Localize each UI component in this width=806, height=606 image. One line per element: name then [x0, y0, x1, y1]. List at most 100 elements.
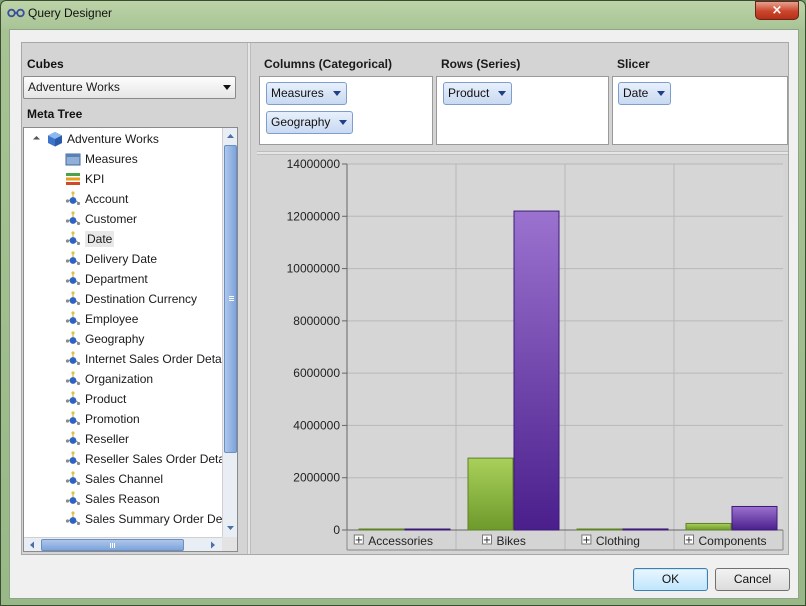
tree-item-account[interactable]: Account: [51, 189, 128, 209]
scroll-left-icon[interactable]: [26, 539, 39, 551]
slicer-drop-zone[interactable]: Date: [612, 76, 788, 145]
tree-item-label: Measures: [85, 152, 138, 166]
tree-item-label: KPI: [85, 172, 105, 186]
y-tick-label: 4000000: [293, 418, 340, 432]
close-icon: ×: [771, 3, 783, 18]
cancel-button[interactable]: Cancel: [715, 568, 790, 591]
columns-label: Columns (Categorical): [264, 57, 393, 71]
expand-icon[interactable]: [51, 234, 57, 244]
columns-chip-geography[interactable]: Geography: [266, 111, 354, 134]
rows-chip-product[interactable]: Product: [443, 82, 513, 105]
expand-icon[interactable]: [51, 454, 57, 464]
tree-item-internet-sales-order-deta[interactable]: Internet Sales Order Deta: [51, 349, 222, 369]
expand-icon[interactable]: [51, 414, 57, 424]
expand-icon[interactable]: [51, 374, 57, 384]
dimension-icon: [65, 191, 81, 206]
rows-drop-zone[interactable]: Product: [436, 76, 609, 145]
category-header-bikes[interactable]: + Bikes: [482, 534, 526, 548]
title-bar[interactable]: Query Designer ×: [1, 1, 805, 27]
tree-item-date[interactable]: Date: [51, 229, 115, 249]
dimension-icon: [65, 371, 81, 386]
meta-tree[interactable]: Adventure Works Measures KPI Account Custom…: [23, 127, 238, 552]
tree-item-department[interactable]: Department: [51, 269, 148, 289]
category-header-components[interactable]: + Components: [684, 534, 767, 548]
expand-icon[interactable]: [51, 394, 57, 404]
dimension-icon: [65, 231, 81, 246]
tree-root[interactable]: Adventure Works: [32, 129, 159, 149]
tree-item-sales-channel[interactable]: Sales Channel: [51, 469, 163, 489]
expand-icon[interactable]: [51, 294, 57, 304]
bar-series2-bikes: [513, 210, 560, 531]
dimension-icon: [65, 211, 81, 226]
horizontal-scroll-thumb[interactable]: [41, 539, 184, 551]
tree-item-label: Employee: [85, 312, 139, 326]
chevron-down-icon: [332, 91, 341, 96]
expand-icon[interactable]: [51, 514, 57, 524]
tree-item-kpi[interactable]: KPI: [51, 169, 105, 189]
cube-select[interactable]: Adventure Works: [23, 76, 236, 99]
tree-item-promotion[interactable]: Promotion: [51, 409, 140, 429]
tree-item-measures[interactable]: Measures: [51, 149, 138, 169]
category-header-clothing[interactable]: + Clothing: [581, 534, 640, 548]
vertical-splitter[interactable]: [247, 43, 251, 554]
scroll-up-icon[interactable]: [224, 129, 237, 144]
collapse-icon: [32, 135, 41, 143]
tree-item-reseller-sales-order-deta[interactable]: Reseller Sales Order Deta: [51, 449, 226, 469]
expand-icon[interactable]: [51, 154, 57, 164]
y-tick-label: 14000000: [287, 157, 341, 171]
tree-item-geography[interactable]: Geography: [51, 329, 145, 349]
tree-item-sales-summary-order-de[interactable]: Sales Summary Order De: [51, 509, 222, 529]
cube-icon: [48, 132, 62, 147]
tree-item-label: Reseller: [85, 432, 130, 446]
bar-series1-bikes: [467, 457, 514, 531]
plus-glyph: +: [355, 535, 363, 546]
expand-icon[interactable]: [51, 254, 57, 264]
dimension-icon: [65, 311, 81, 326]
chevron-down-icon: [657, 91, 666, 96]
slicer-chip-date[interactable]: Date: [618, 82, 672, 105]
y-tick-label: 6000000: [293, 366, 340, 380]
y-tick-label: 8000000: [293, 314, 340, 328]
tree-item-product[interactable]: Product: [51, 389, 126, 409]
expand-icon[interactable]: [51, 474, 57, 484]
category-label: Bikes: [497, 534, 526, 548]
expand-icon[interactable]: [51, 314, 57, 324]
tree-item-reseller[interactable]: Reseller: [51, 429, 130, 449]
plus-glyph: +: [483, 535, 491, 546]
chip-label: Date: [623, 86, 649, 100]
tree-item-customer[interactable]: Customer: [51, 209, 137, 229]
scroll-down-icon[interactable]: [224, 520, 237, 535]
ok-button[interactable]: OK: [633, 568, 708, 591]
tree-item-organization[interactable]: Organization: [51, 369, 153, 389]
tree-item-delivery-date[interactable]: Delivery Date: [51, 249, 158, 269]
tree-vertical-scrollbar[interactable]: [222, 128, 237, 537]
columns-chip-measures[interactable]: Measures: [266, 82, 347, 105]
expand-icon[interactable]: [51, 334, 57, 344]
expand-icon[interactable]: [51, 174, 57, 184]
tree-item-employee[interactable]: Employee: [51, 309, 139, 329]
tree-root-label: Adventure Works: [67, 132, 159, 146]
tree-item-destination-currency[interactable]: Destination Currency: [51, 289, 197, 309]
expand-icon[interactable]: [51, 274, 57, 284]
chevron-down-icon: [223, 85, 231, 90]
close-button[interactable]: ×: [755, 1, 799, 20]
y-tick-label: 2000000: [293, 471, 340, 485]
dialog-body: Cubes Adventure Works Meta Tree Adventur…: [9, 29, 799, 599]
dimension-icon: [65, 491, 81, 506]
meta-tree-label: Meta Tree: [27, 107, 83, 121]
tree-item-label: Delivery Date: [85, 252, 158, 266]
tree-item-sales-reason[interactable]: Sales Reason: [51, 489, 160, 509]
expand-icon[interactable]: [51, 214, 57, 224]
expand-icon[interactable]: [51, 354, 57, 364]
category-header-accessories[interactable]: + Accessories: [353, 534, 433, 548]
tree-horizontal-scrollbar[interactable]: [24, 537, 222, 551]
expand-icon[interactable]: [51, 494, 57, 504]
expand-icon[interactable]: [51, 194, 57, 204]
tree-item-label: Reseller Sales Order Deta: [85, 452, 226, 466]
vertical-scroll-thumb[interactable]: [224, 145, 237, 453]
columns-drop-zone[interactable]: Measures Geography: [259, 76, 433, 145]
tree-item-label: Geography: [85, 332, 145, 346]
scroll-right-icon[interactable]: [206, 539, 219, 551]
expand-icon[interactable]: [51, 434, 57, 444]
plus-glyph: +: [685, 535, 693, 546]
